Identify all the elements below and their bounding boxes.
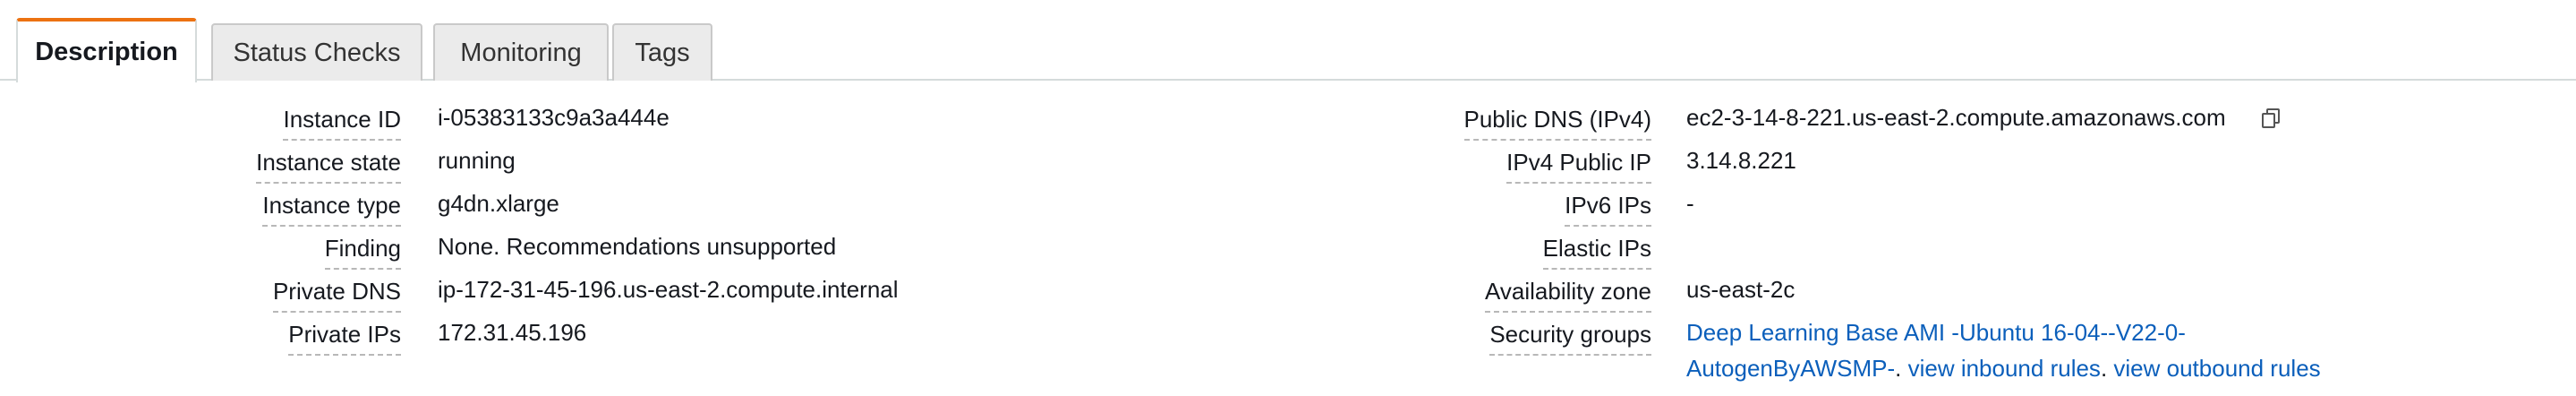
finding-label: Finding xyxy=(324,235,401,270)
tab-description[interactable]: Description xyxy=(16,18,197,82)
instance-state-label: Instance state xyxy=(256,149,401,184)
instance-id-label: Instance ID xyxy=(283,106,401,141)
public-dns-value: ec2-3-14-8-221.us-east-2.compute.amazona… xyxy=(1686,104,2226,131)
security-groups-label: Security groups xyxy=(1489,321,1651,356)
private-dns-label: Private DNS xyxy=(272,278,401,313)
tab-status-checks[interactable]: Status Checks xyxy=(211,23,422,81)
instance-id-value: i-05383133c9a3a444e xyxy=(438,104,670,131)
copy-icon[interactable] xyxy=(2260,107,2283,130)
security-groups-value-line2: AutogenByAWSMP-. view inbound rules. vie… xyxy=(1686,355,2321,383)
availability-zone-label: Availability zone xyxy=(1485,278,1651,313)
tab-tags[interactable]: Tags xyxy=(612,23,712,81)
separator: . xyxy=(1895,355,1908,382)
ipv6-ips-label: IPv6 IPs xyxy=(1565,192,1651,227)
ipv4-public-ip-label: IPv4 Public IP xyxy=(1506,149,1651,184)
public-dns-label: Public DNS (IPv4) xyxy=(1463,106,1651,141)
private-dns-value: ip-172-31-45-196.us-east-2.compute.inter… xyxy=(438,276,899,303)
private-ips-value: 172.31.45.196 xyxy=(438,319,587,346)
finding-value: None. Recommendations unsupported xyxy=(438,233,837,260)
security-group-link-cont[interactable]: AutogenByAWSMP- xyxy=(1686,355,1895,382)
ipv6-ips-value: - xyxy=(1686,190,1694,217)
instance-type-value: g4dn.xlarge xyxy=(438,190,559,217)
tab-bar: Description Status Checks Monitoring Tag… xyxy=(0,0,2576,82)
security-group-link[interactable]: Deep Learning Base AMI -Ubuntu 16-04--V2… xyxy=(1686,319,2186,346)
instance-state-value: running xyxy=(438,147,516,174)
view-inbound-rules-link[interactable]: view inbound rules xyxy=(1908,355,2101,382)
security-groups-value: Deep Learning Base AMI -Ubuntu 16-04--V2… xyxy=(1686,319,2186,347)
instance-type-label: Instance type xyxy=(262,192,401,227)
tab-monitoring[interactable]: Monitoring xyxy=(433,23,609,81)
elastic-ips-label: Elastic IPs xyxy=(1542,235,1651,270)
view-outbound-rules-link[interactable]: view outbound rules xyxy=(2113,355,2320,382)
availability-zone-value: us-east-2c xyxy=(1686,276,1796,303)
separator: . xyxy=(2100,355,2114,382)
private-ips-label: Private IPs xyxy=(288,321,401,356)
ipv4-public-ip-value: 3.14.8.221 xyxy=(1686,147,1796,174)
